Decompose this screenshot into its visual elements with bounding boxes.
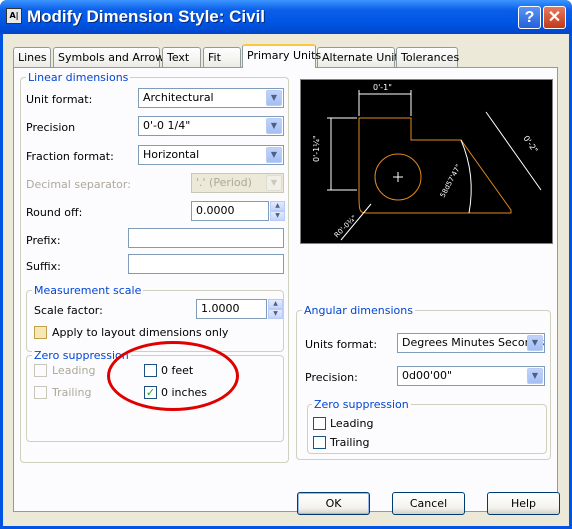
dim-text-top: 0'-1" <box>373 83 392 92</box>
angular-precision-label: Precision: <box>305 371 358 384</box>
apply-layout-checkbox[interactable] <box>34 326 47 339</box>
prefix-input[interactable] <box>128 228 284 248</box>
precision-value: 0'-0 1/4" <box>143 119 191 132</box>
angular-dimensions-label: Angular dimensions <box>302 304 415 317</box>
cancel-button[interactable]: Cancel <box>392 492 465 515</box>
chevron-down-icon: ▼ <box>266 175 282 191</box>
chevron-down-icon: ▼ <box>266 118 282 134</box>
angular-leading-checkbox[interactable] <box>313 417 326 430</box>
precision-select[interactable]: 0'-0 1/4" ▼ <box>138 116 284 136</box>
decimal-separator-label: Decimal separator: <box>26 178 131 191</box>
tab-primary-units[interactable]: Primary Units <box>242 44 321 68</box>
precision-label: Precision <box>26 121 76 134</box>
prefix-label: Prefix: <box>26 234 61 247</box>
chevron-down-icon: ▼ <box>266 147 282 163</box>
window-title: Modify Dimension Style: Civil <box>27 7 266 26</box>
title-bar[interactable]: A| Modify Dimension Style: Civil ? ✕ <box>0 0 572 34</box>
tab-text[interactable]: Text <box>162 47 201 67</box>
spin-up-icon[interactable]: ▲ <box>268 299 283 309</box>
angular-trailing-checkbox[interactable] <box>313 436 326 449</box>
unit-format-value: Architectural <box>143 91 214 104</box>
help-button[interactable]: Help <box>487 492 560 515</box>
preview-part-outline <box>358 117 512 214</box>
chevron-down-icon: ▼ <box>527 335 543 351</box>
unit-format-select[interactable]: Architectural ▼ <box>138 88 284 108</box>
tab-page: Linear dimensions Unit format: Architect… <box>13 67 558 512</box>
dim-text-angle: 58d57'47" <box>439 163 463 199</box>
dialog-window: A| Modify Dimension Style: Civil ? ✕ Lin… <box>0 0 572 529</box>
scale-factor-label: Scale factor: <box>34 304 103 317</box>
angular-precision-select[interactable]: 0d00'00" ▼ <box>397 366 545 386</box>
chevron-down-icon: ▼ <box>527 368 543 384</box>
tab-tolerances[interactable]: Tolerances <box>396 47 459 67</box>
trailing-label: Trailing <box>52 386 92 399</box>
dimension-preview: 0'-1" 0'-1¼" 0'-2" 58d57'47" R0'-0¾" <box>300 79 553 244</box>
linear-dimensions-label: Linear dimensions <box>26 71 131 84</box>
tab-lines[interactable]: Lines <box>13 47 51 67</box>
suffix-input[interactable] <box>128 254 284 274</box>
chevron-down-icon: ▼ <box>266 90 282 106</box>
trailing-checkbox[interactable] <box>34 386 47 399</box>
decimal-separator-value: '.' (Period) <box>196 176 252 189</box>
ok-button[interactable]: OK <box>297 492 370 515</box>
tab-symbols-arrows[interactable]: Symbols and Arrows <box>53 47 170 67</box>
dim-text-left: 0'-1¼" <box>312 135 321 162</box>
suffix-label: Suffix: <box>26 260 61 273</box>
fraction-format-value: Horizontal <box>143 148 200 161</box>
angular-leading-label: Leading <box>330 417 374 430</box>
tab-alternate-units[interactable]: Alternate Units <box>317 47 404 67</box>
fraction-format-label: Fraction format: <box>26 150 114 163</box>
close-button[interactable]: ✕ <box>543 6 566 29</box>
spin-down-icon[interactable]: ▼ <box>268 309 283 319</box>
angular-units-label: Units format: <box>305 338 378 351</box>
dim-arc-angle <box>460 139 472 214</box>
help-title-button[interactable]: ? <box>518 6 541 29</box>
annotation-circle <box>107 341 239 411</box>
measurement-scale-label: Measurement scale <box>32 284 144 297</box>
angular-units-value: Degrees Minutes Seconds <box>402 336 545 349</box>
app-icon: A| <box>6 8 22 24</box>
angular-units-select[interactable]: Degrees Minutes Seconds ▼ <box>397 333 545 353</box>
unit-format-label: Unit format: <box>26 93 93 106</box>
dim-text-radius: R0'-0¾" <box>333 214 359 240</box>
leading-label: Leading <box>52 364 96 377</box>
apply-layout-label: Apply to layout dimensions only <box>52 326 229 339</box>
round-off-label: Round off: <box>26 206 83 219</box>
scale-factor-input[interactable]: 1.0000 <box>196 299 267 319</box>
leading-checkbox[interactable] <box>34 364 47 377</box>
preview-drawing: 0'-1" 0'-1¼" 0'-2" 58d57'47" R0'-0¾" <box>312 83 542 241</box>
spin-down-icon[interactable]: ▼ <box>270 211 285 221</box>
decimal-separator-select[interactable]: '.' (Period) ▼ <box>191 173 284 193</box>
tab-fit[interactable]: Fit <box>203 47 241 67</box>
scale-factor-spinner[interactable]: ▲ ▼ <box>268 299 283 319</box>
angular-trailing-label: Trailing <box>330 436 370 449</box>
dialog-body: Lines Symbols and Arrows Text Fit Primar… <box>3 34 569 526</box>
spin-up-icon[interactable]: ▲ <box>270 201 285 211</box>
fraction-format-select[interactable]: Horizontal ▼ <box>138 145 284 165</box>
angular-precision-value: 0d00'00" <box>402 369 453 382</box>
dim-text-right: 0'-2" <box>521 134 539 155</box>
round-off-spinner[interactable]: ▲ ▼ <box>270 201 285 221</box>
zero-suppression-angular-label: Zero suppression <box>312 398 411 411</box>
round-off-input[interactable]: 0.0000 <box>191 201 269 221</box>
